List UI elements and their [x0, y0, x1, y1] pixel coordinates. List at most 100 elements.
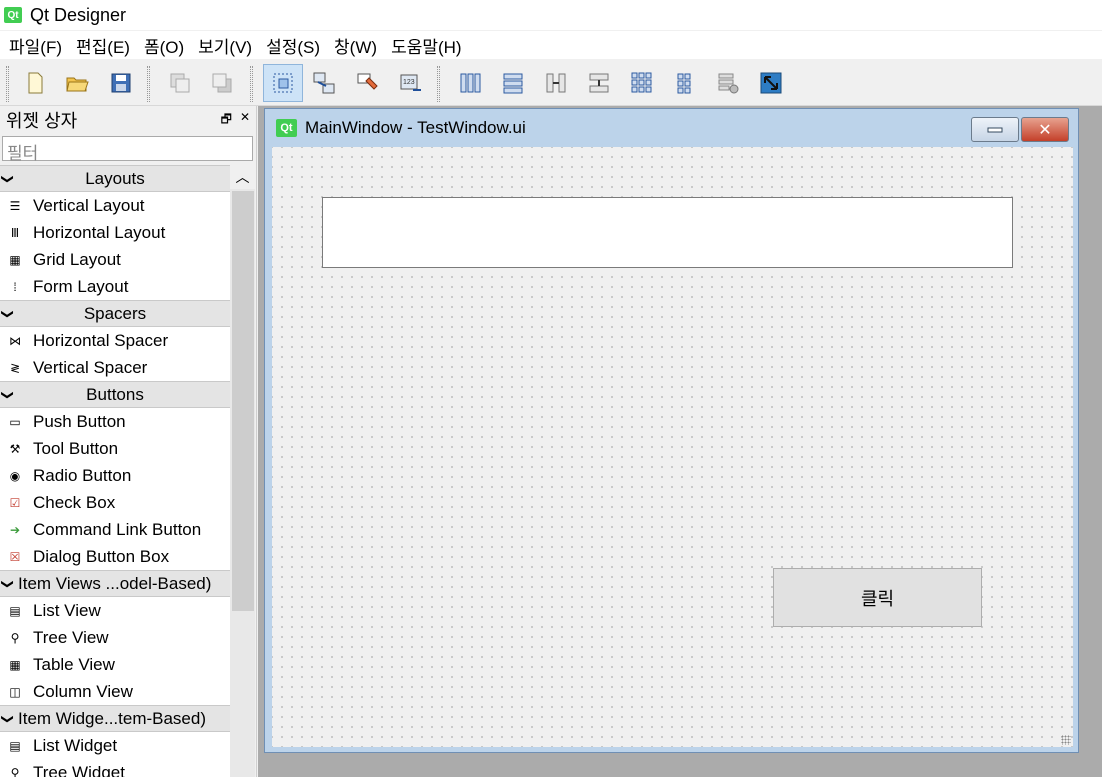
toolbar-grip[interactable] — [250, 66, 253, 102]
widget-box-scrollbar[interactable]: ︿ — [230, 165, 255, 777]
chevron-down-icon: ❯ — [1, 578, 16, 589]
qt-logo-icon: Qt — [4, 7, 22, 23]
float-panel-icon[interactable]: 🗗 — [221, 110, 232, 131]
table-view-icon: ▦ — [9, 657, 21, 672]
category-spacers[interactable]: ❯ Spacers — [0, 300, 230, 327]
list-view-icon: ▤ — [9, 603, 21, 618]
item-label: Command Link Button — [33, 519, 202, 539]
category-buttons[interactable]: ❯ Buttons — [0, 381, 230, 408]
list-widget-icon: ▤ — [9, 738, 21, 753]
category-label: Layouts — [85, 168, 145, 188]
list-item[interactable]: ◉ Radio Button — [0, 462, 230, 489]
form-titlebar[interactable]: Qt MainWindow - TestWindow.ui ✕ — [265, 109, 1078, 147]
category-label: Item Widge...tem-Based) — [18, 708, 207, 728]
list-item[interactable]: ☰ Vertical Layout — [0, 192, 230, 219]
tree-widget-icon: ⚲ — [10, 765, 20, 777]
app-title: Qt Designer — [30, 4, 127, 25]
command-link-icon: ➔ — [9, 522, 21, 537]
list-item[interactable]: ◫ Column View — [0, 678, 230, 705]
menu-window[interactable]: 창(W) — [327, 33, 384, 58]
minimize-icon — [987, 127, 1003, 132]
list-item[interactable]: ➔ Command Link Button — [0, 516, 230, 543]
list-item[interactable]: ☑ Check Box — [0, 489, 230, 516]
layout-grid-icon[interactable] — [627, 68, 657, 98]
list-item[interactable]: ⁞ Form Layout — [0, 273, 230, 300]
list-item[interactable]: ▦ Table View — [0, 651, 230, 678]
menu-view[interactable]: 보기(V) — [191, 33, 259, 58]
column-view-icon: ◫ — [9, 684, 21, 699]
list-item[interactable]: ☒ Dialog Button Box — [0, 543, 230, 570]
form-layout-icon: ⁞ — [13, 279, 17, 294]
chevron-down-icon: ❯ — [1, 713, 16, 724]
edit-buddies-icon[interactable] — [353, 68, 383, 98]
layout-vertical-splitter-icon[interactable] — [584, 68, 614, 98]
category-item-widgets[interactable]: ❯ Item Widge...tem-Based) — [0, 705, 230, 732]
break-layout-icon[interactable] — [713, 68, 743, 98]
form-canvas[interactable]: 클릭 — [272, 147, 1073, 747]
send-to-back-icon[interactable] — [165, 68, 195, 98]
item-label: Tool Button — [33, 438, 119, 458]
minimize-button[interactable] — [971, 117, 1019, 142]
list-item[interactable]: ⋈ Horizontal Spacer — [0, 327, 230, 354]
menu-settings[interactable]: 설정(S) — [259, 33, 327, 58]
form-title: MainWindow - TestWindow.ui — [305, 118, 526, 137]
item-label: List Widget — [33, 735, 118, 755]
grid-layout-icon: ▦ — [9, 252, 21, 267]
layout-vertical-icon[interactable] — [498, 68, 528, 98]
edit-tab-order-icon[interactable]: 123 — [396, 68, 426, 98]
toolbar-grip[interactable] — [437, 66, 440, 102]
scroll-thumb[interactable] — [232, 191, 254, 611]
push-button-icon: ▭ — [9, 414, 21, 429]
resize-grip-icon[interactable] — [1061, 735, 1071, 745]
item-label: Tree View — [33, 627, 109, 647]
qt-logo-icon: Qt — [276, 119, 297, 137]
menu-help[interactable]: 도움말(H) — [384, 33, 469, 58]
chevron-down-icon: ❯ — [1, 389, 16, 400]
vertical-spacer-icon: ≷ — [9, 360, 21, 375]
menu-file[interactable]: 파일(F) — [2, 33, 69, 58]
list-item[interactable]: ⚲ Tree View — [0, 624, 230, 651]
adjust-size-icon[interactable] — [756, 68, 786, 98]
category-item-views[interactable]: ❯ Item Views ...odel-Based) — [0, 570, 230, 597]
bring-to-front-icon[interactable] — [207, 68, 237, 98]
close-panel-icon[interactable]: ✕ — [240, 110, 250, 131]
category-label: Buttons — [86, 384, 144, 404]
edit-widgets-icon[interactable] — [263, 64, 303, 102]
list-item[interactable]: ⚲ Tree Widget — [0, 759, 230, 777]
text-edit[interactable] — [322, 197, 1013, 268]
form-window[interactable]: Qt MainWindow - TestWindow.ui ✕ 클릭 — [264, 108, 1079, 753]
list-item[interactable]: ≷ Vertical Spacer — [0, 354, 230, 381]
new-file-icon[interactable] — [20, 68, 50, 98]
menu-form[interactable]: 폼(O) — [137, 33, 191, 58]
radio-button-icon: ◉ — [9, 468, 21, 483]
item-label: Grid Layout — [33, 249, 121, 269]
layout-horizontal-icon[interactable] — [455, 68, 485, 98]
toolbar-grip[interactable] — [147, 66, 150, 102]
toolbar-grip[interactable] — [6, 66, 9, 102]
close-icon: ✕ — [1038, 121, 1052, 139]
chevron-up-icon[interactable]: ︿ — [230, 165, 255, 189]
list-item[interactable]: ▦ Grid Layout — [0, 246, 230, 273]
item-label: Form Layout — [33, 276, 129, 296]
layout-horizontal-splitter-icon[interactable] — [541, 68, 571, 98]
close-button[interactable]: ✕ — [1021, 117, 1069, 142]
dialog-button-box-icon: ☒ — [9, 549, 21, 564]
widget-list: ❯ Layouts ☰ Vertical Layout Ⅲ Horizontal L… — [0, 165, 230, 777]
item-label: Horizontal Spacer — [33, 330, 169, 350]
item-label: Column View — [33, 681, 133, 701]
item-label: Table View — [33, 654, 115, 674]
layout-form-icon[interactable] — [670, 68, 700, 98]
click-button[interactable]: 클릭 — [773, 568, 982, 627]
list-item[interactable]: ▤ List View — [0, 597, 230, 624]
list-item[interactable]: ▤ List Widget — [0, 732, 230, 759]
open-folder-icon[interactable] — [62, 68, 92, 98]
horizontal-layout-icon: Ⅲ — [10, 225, 20, 240]
menu-edit[interactable]: 편집(E) — [69, 33, 137, 58]
list-item[interactable]: ▭ Push Button — [0, 408, 230, 435]
list-item[interactable]: ⚒ Tool Button — [0, 435, 230, 462]
list-item[interactable]: Ⅲ Horizontal Layout — [0, 219, 230, 246]
edit-signals-slots-icon[interactable] — [309, 68, 339, 98]
save-icon[interactable] — [106, 68, 136, 98]
filter-input[interactable]: 필터 — [2, 136, 253, 163]
category-layouts[interactable]: ❯ Layouts — [0, 165, 230, 192]
